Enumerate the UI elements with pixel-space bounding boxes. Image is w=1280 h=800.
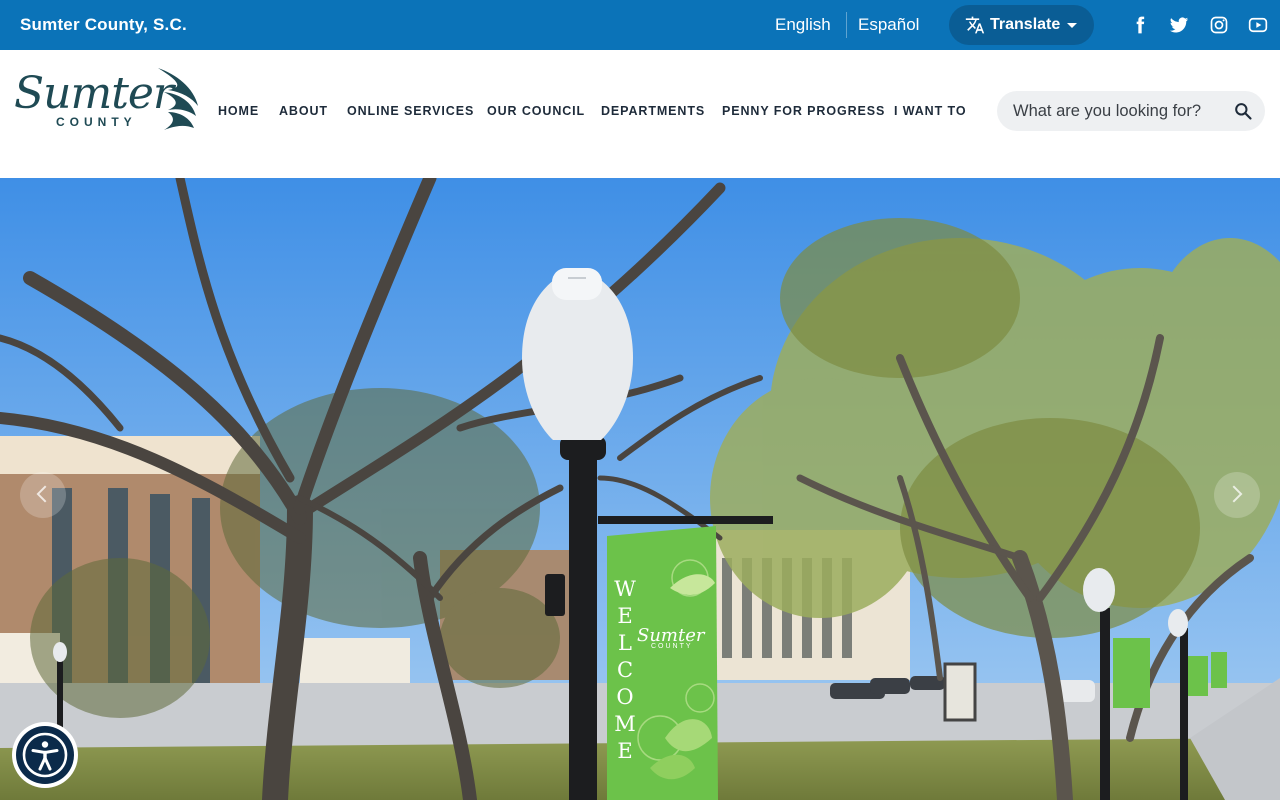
chevron-left-icon xyxy=(36,485,54,503)
twitter-link[interactable] xyxy=(1169,15,1189,35)
facebook-icon xyxy=(1136,16,1145,34)
slide-next-button[interactable] xyxy=(1214,472,1260,518)
logo-script-text: Sumter xyxy=(14,68,174,119)
language-english-link[interactable]: English xyxy=(775,15,831,35)
banner-welcome-text: WELCOME xyxy=(614,577,636,763)
logo-subtitle: COUNTY xyxy=(56,115,137,129)
search-box xyxy=(997,91,1265,131)
translate-button[interactable]: Translate xyxy=(949,5,1094,45)
youtube-icon xyxy=(1248,17,1268,33)
top-bar: Sumter County, S.C. English Español Tran… xyxy=(0,0,1280,50)
site-name: Sumter County, S.C. xyxy=(20,15,187,34)
main-header: Sumter COUNTY HOME ABOUT ONLINE SERVICES… xyxy=(0,50,1280,178)
hero-slideshow: WELCOME Sumter COUNTY xyxy=(0,178,1280,800)
caret-down-icon xyxy=(1067,22,1078,28)
slide-prev-button[interactable] xyxy=(20,472,66,518)
accessibility-button[interactable] xyxy=(12,722,78,788)
sumter-county-logo[interactable]: Sumter COUNTY xyxy=(14,66,200,134)
nav-home[interactable]: HOME xyxy=(218,104,259,118)
nav-online-services[interactable]: ONLINE SERVICES xyxy=(347,104,474,118)
search-icon[interactable] xyxy=(1233,101,1253,121)
search-input[interactable] xyxy=(1013,91,1223,131)
language-spanish-link[interactable]: Español xyxy=(858,15,919,35)
wing-logo-icon xyxy=(158,68,198,130)
instagram-icon xyxy=(1210,16,1228,34)
nav-about[interactable]: ABOUT xyxy=(279,104,328,118)
chevron-right-icon xyxy=(1225,485,1243,503)
instagram-link[interactable] xyxy=(1209,15,1229,35)
language-divider xyxy=(846,12,847,38)
hero-photo xyxy=(0,178,1280,800)
twitter-icon xyxy=(1169,17,1189,33)
translate-icon xyxy=(965,16,985,34)
youtube-link[interactable] xyxy=(1248,15,1268,35)
facebook-link[interactable] xyxy=(1130,15,1150,35)
nav-departments[interactable]: DEPARTMENTS xyxy=(601,104,705,118)
nav-i-want-to[interactable]: I WANT TO xyxy=(894,104,966,118)
accessibility-icon xyxy=(22,732,68,778)
nav-penny-for-progress[interactable]: PENNY FOR PROGRESS xyxy=(722,104,885,118)
nav-our-council[interactable]: OUR COUNCIL xyxy=(487,104,585,118)
banner-logo-text: Sumter COUNTY xyxy=(637,625,704,650)
translate-label: Translate xyxy=(990,16,1061,33)
